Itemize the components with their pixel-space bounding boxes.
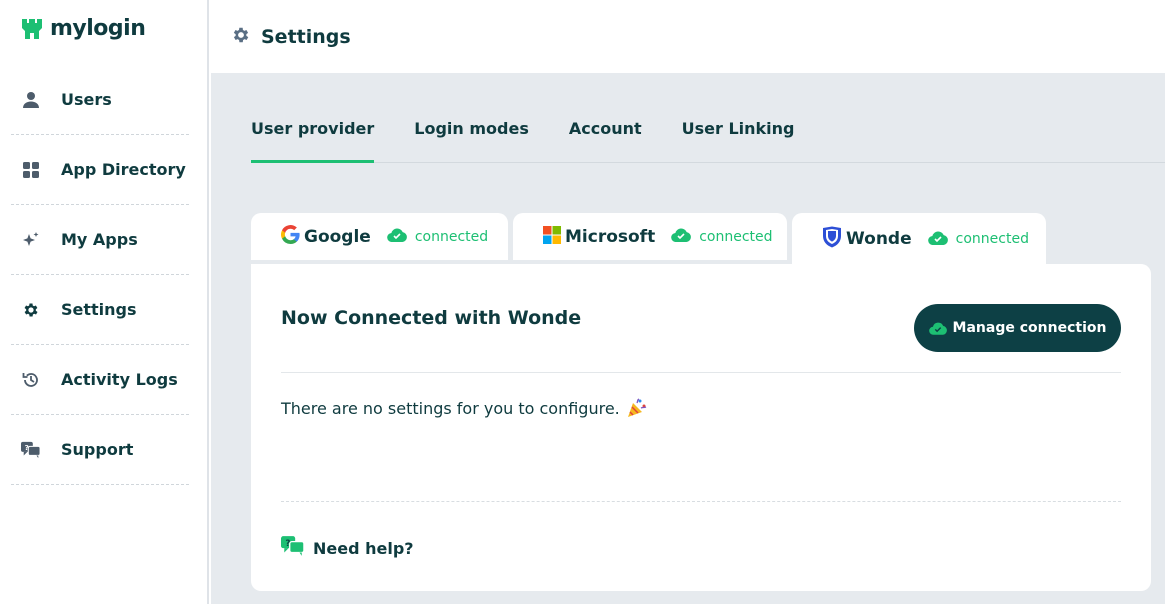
provider-tab-microsoft[interactable]: Microsoft connected xyxy=(513,213,787,263)
connection-status: connected xyxy=(414,228,489,245)
svg-text:?: ? xyxy=(285,539,290,549)
wonde-shield-icon xyxy=(822,226,842,252)
connection-status: connected xyxy=(955,231,1029,247)
page-title: Settings xyxy=(261,25,351,48)
sidebar-item-activity-logs[interactable]: Activity Logs xyxy=(11,345,189,415)
sidebar-item-label: My Apps xyxy=(61,230,138,249)
gear-icon xyxy=(21,300,41,320)
cloud-check-icon xyxy=(928,322,947,335)
main-content: User provider Login modes Account User L… xyxy=(211,73,1165,604)
tab-user-provider[interactable]: User provider xyxy=(251,109,375,163)
settings-tabs: User provider Login modes Account User L… xyxy=(251,109,1165,163)
no-settings-text: There are no settings for you to configu… xyxy=(281,398,620,418)
chat-question-icon: ? xyxy=(281,536,305,560)
sparkle-icon xyxy=(21,230,41,250)
gear-icon xyxy=(231,25,251,49)
need-help-link[interactable]: ? Need help? xyxy=(281,536,414,560)
sidebar-item-label: Support xyxy=(61,440,134,459)
no-settings-message: There are no settings for you to configu… xyxy=(281,397,648,419)
need-help-label: Need help? xyxy=(313,538,414,558)
sidebar-item-label: App Directory xyxy=(61,160,186,179)
svg-text:?: ? xyxy=(25,443,29,452)
sidebar-item-settings[interactable]: Settings xyxy=(11,275,189,345)
sidebar-item-users[interactable]: Users xyxy=(11,65,189,135)
manage-connection-button[interactable]: Manage connection xyxy=(914,304,1121,352)
sidebar-item-app-directory[interactable]: App Directory xyxy=(11,135,189,205)
tab-login-modes[interactable]: Login modes xyxy=(414,109,529,163)
sidebar-item-label: Activity Logs xyxy=(61,370,178,389)
sidebar: mylogin Users App Directory My Apps Sett… xyxy=(0,0,209,604)
party-popper-icon xyxy=(626,397,648,419)
sidebar-item-my-apps[interactable]: My Apps xyxy=(11,205,189,275)
microsoft-icon xyxy=(543,225,561,248)
cloud-check-icon xyxy=(927,230,948,249)
history-icon xyxy=(21,370,41,390)
sidebar-item-label: Users xyxy=(61,90,112,109)
grid-icon xyxy=(21,160,41,180)
sidebar-nav: Users App Directory My Apps Settings Act… xyxy=(11,65,189,485)
mylogin-logo[interactable]: mylogin xyxy=(20,16,146,41)
provider-panel: Now Connected with Wonde Manage connecti… xyxy=(251,264,1151,591)
cloud-check-icon xyxy=(671,227,692,246)
divider xyxy=(281,501,1121,502)
user-icon xyxy=(21,90,41,110)
provider-name: Google xyxy=(304,226,371,247)
provider-tab-wonde[interactable]: Wonde connected xyxy=(792,213,1046,265)
chat-question-icon: ? xyxy=(21,440,41,460)
page-header: Settings xyxy=(211,0,1165,73)
castle-logo-icon xyxy=(22,18,42,39)
sidebar-item-label: Settings xyxy=(61,300,137,319)
divider xyxy=(281,372,1121,373)
sidebar-item-support[interactable]: ? Support xyxy=(11,415,189,485)
connection-status: connected xyxy=(699,228,773,245)
brand-name: mylogin xyxy=(50,16,146,41)
tab-account[interactable]: Account xyxy=(569,109,642,163)
provider-tab-google[interactable]: Google connected xyxy=(251,213,508,263)
cloud-check-icon xyxy=(387,227,407,246)
provider-name: Wonde xyxy=(846,229,912,249)
tab-user-linking[interactable]: User Linking xyxy=(682,109,795,163)
provider-name: Microsoft xyxy=(565,226,656,247)
google-icon xyxy=(281,225,300,248)
panel-title: Now Connected with Wonde xyxy=(281,307,582,329)
manage-connection-label: Manage connection xyxy=(952,320,1107,336)
